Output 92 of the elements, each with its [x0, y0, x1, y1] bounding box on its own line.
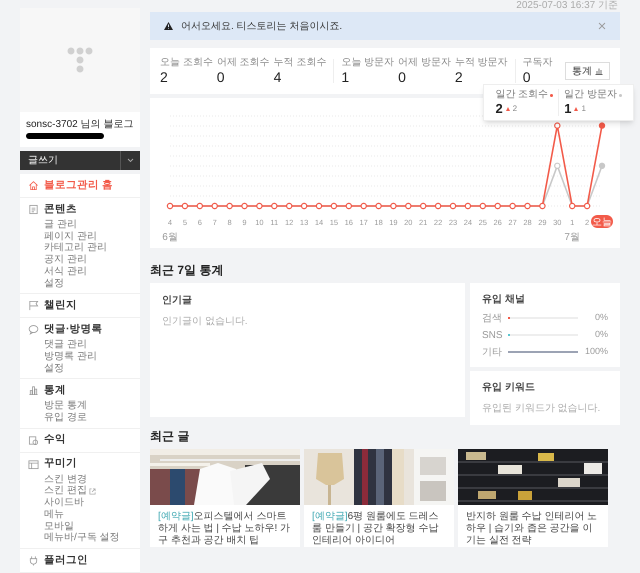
submenu-link[interactable]: 모바일: [44, 520, 74, 532]
tooltip-label: 일간 방문자: [564, 89, 617, 101]
stat-label: 누적 조회수: [274, 56, 326, 68]
data-point: [554, 162, 560, 169]
home-icon: [28, 180, 39, 191]
stat-value: 1: [341, 68, 350, 86]
card-title: 인기글: [162, 294, 192, 308]
submenu-link[interactable]: 서식 관리: [44, 266, 87, 278]
stat-label: 오늘 조회수: [160, 56, 213, 68]
stat-value: 4: [274, 68, 282, 86]
caret-icon: [127, 158, 134, 163]
close-button[interactable]: [598, 22, 606, 30]
plug-icon: [28, 554, 39, 566]
section-heading: 최근 7일 통계: [150, 262, 224, 278]
card-title: 유입 키워드: [482, 381, 535, 395]
up-arrow-icon: [574, 106, 578, 110]
post-title[interactable]: [예약글]오피스텔에서 스마트하게 사는 법 | 수납 노하우! 가구 추천과 공간 배치 팁: [150, 505, 300, 547]
submenu-link[interactable]: 유입 경로: [44, 412, 87, 424]
document-icon: [28, 204, 39, 215]
stat-value: 2: [454, 68, 464, 86]
stat-value: 0: [216, 68, 226, 86]
close-icon: [598, 22, 606, 30]
data-point: [598, 162, 606, 169]
today-badge: 오늘: [591, 215, 613, 228]
submenu-link[interactable]: 메뉴바/구독 설정: [44, 532, 120, 544]
submenu-link[interactable]: 글 관리: [44, 219, 77, 231]
submenu-link[interactable]: 설정: [44, 362, 64, 374]
percent-value: 0%: [594, 328, 608, 342]
submenu-link[interactable]: 스킨 변경: [44, 474, 87, 486]
post-card[interactable]: 반지하 원룸 수납 인테리어 노하우 | 습기와 좁은 공간을 이기는 실전 전략: [458, 449, 608, 547]
month-label: 7월: [564, 232, 580, 243]
speech-bubble-icon: [28, 324, 39, 336]
channel-label: 기타: [482, 346, 503, 360]
menu-item[interactable]: 콘텐츠: [28, 202, 77, 217]
month-label: 6월: [162, 232, 178, 243]
stats-button[interactable]: 통계: [565, 62, 610, 80]
timestamp: 2025-07-03 16:37 기준: [515, 0, 619, 12]
logo-icon: [67, 47, 93, 73]
submenu-link[interactable]: 카테고리 관리: [44, 242, 107, 254]
stat-label: 구독자: [522, 56, 553, 68]
tooltip-label: 일간 조회수: [495, 89, 548, 101]
up-arrow-icon: [506, 106, 510, 110]
submenu-link[interactable]: 페이지 관리: [44, 230, 97, 242]
menu-item[interactable]: 댓글·방명록: [28, 322, 102, 338]
submenu-link[interactable]: 스킨 편집: [44, 485, 96, 498]
submenu-link[interactable]: 공지 관리: [44, 254, 87, 266]
menu-item[interactable]: 수익: [28, 432, 66, 448]
change-value: 1: [581, 102, 586, 114]
tooltip-value: 2: [495, 101, 503, 116]
post-card[interactable]: [예약글]오피스텔에서 스마트하게 사는 법 | 수납 노하우! 가구 추천과 공간 배치 팁: [150, 449, 300, 547]
empty-message: 인기글이 없습니다.: [162, 315, 248, 329]
menu-item[interactable]: 블로그관리 홈: [28, 178, 113, 193]
chart-icon: [595, 67, 603, 75]
percent-value: 0%: [594, 311, 608, 324]
menu-item[interactable]: 챌린지: [28, 298, 77, 314]
layout-icon: [28, 458, 39, 470]
submenu-link[interactable]: 방명록 관리: [44, 350, 97, 363]
post-card[interactable]: [예약글]6평 원룸에도 드레스룸 만들기 | 공간 확장형 수납 인테리어 아이디어: [304, 449, 454, 547]
menu-item[interactable]: 통계: [28, 383, 66, 398]
submenu-link[interactable]: 방문 통계: [44, 400, 87, 412]
menu-item[interactable]: 플러그인: [28, 552, 88, 568]
submenu-link[interactable]: 설정: [44, 278, 64, 290]
channel-label: 검색: [482, 312, 503, 326]
warning-icon: [164, 22, 173, 30]
card-title: 유입 채널: [482, 293, 525, 307]
external-link-icon: [88, 488, 96, 495]
stat-label: 누적 방문자: [454, 56, 508, 68]
empty-message: 유입된 키워드가 없습니다.: [482, 402, 600, 416]
dropdown-button[interactable]: [120, 151, 140, 170]
flag-icon: [28, 300, 39, 312]
stat-value: 2: [160, 68, 169, 86]
data-point: [598, 122, 606, 129]
blog-name: sonsc-3702 님의 블로그: [26, 118, 134, 131]
percent-value: 100%: [584, 345, 608, 358]
section-heading: 최근 글: [150, 428, 190, 444]
stat-value: 0: [522, 68, 532, 86]
tooltip-value: 1: [564, 101, 572, 116]
channel-label: SNS: [482, 328, 504, 342]
submenu-link[interactable]: 사이드바: [44, 497, 84, 509]
submenu-link[interactable]: 댓글 관리: [44, 339, 87, 351]
stat-label: 어제 방문자: [398, 56, 451, 68]
stat-label: 오늘 방문자: [341, 56, 394, 68]
notice-text: 어서오세요. 티스토리는 처음이시죠.: [181, 20, 342, 34]
stat-label: 어제 조회수: [216, 56, 270, 68]
change-value: 2: [512, 102, 518, 114]
post-title[interactable]: 반지하 원룸 수납 인테리어 노하우 | 습기와 좁은 공간을 이기는 실전 전략: [458, 505, 608, 547]
bar-chart-icon: [28, 385, 39, 396]
write-button[interactable]: 글쓰기: [20, 151, 120, 170]
submenu-link[interactable]: 메뉴: [44, 508, 64, 521]
stat-value: 0: [398, 68, 407, 86]
menu-item[interactable]: 꾸미기: [28, 456, 77, 472]
post-title[interactable]: [예약글]6평 원룸에도 드레스룸 만들기 | 공간 확장형 수납 인테리어 아이디어: [304, 505, 454, 547]
